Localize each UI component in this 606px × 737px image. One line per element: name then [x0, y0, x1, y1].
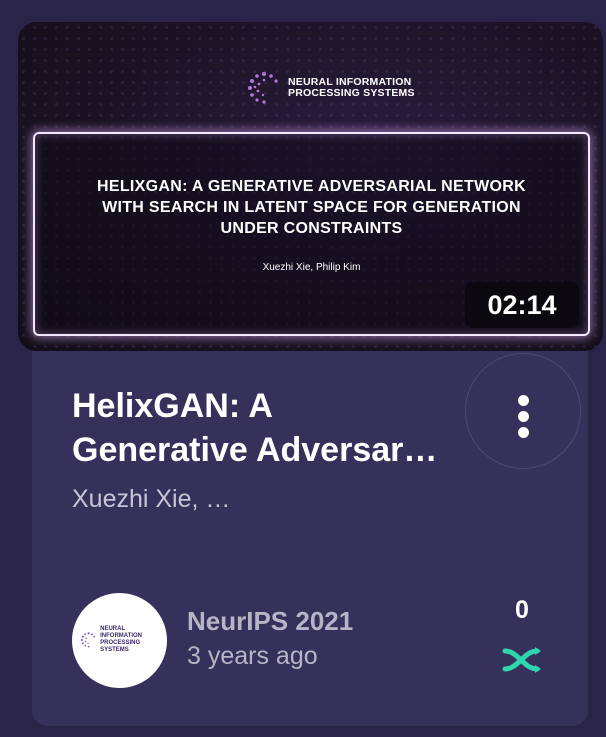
more-options-button[interactable]	[465, 353, 581, 469]
video-authors: Xuezhi Xie, …	[72, 485, 231, 513]
upload-age: 3 years ago	[187, 642, 318, 670]
reaction-count: 0	[515, 596, 529, 624]
logo-line-2: PROCESSING SYSTEMS	[288, 87, 415, 99]
channel-name[interactable]: NeurIPS 2021	[187, 606, 353, 637]
neurips-logo-text: NEURAL INFORMATION PROCESSING SYSTEMS	[288, 77, 415, 99]
avatar-line-1: NEURAL INFORMATION	[100, 626, 142, 639]
slide-title: HELIXGAN: A GENERATIVE ADVERSARIAL NETWO…	[97, 178, 526, 237]
video-title[interactable]: HelixGAN: A Generative Adversar…	[72, 384, 462, 472]
neurips-logo: NEURAL INFORMATION PROCESSING SYSTEMS	[246, 70, 415, 106]
duration-badge: 02:14	[465, 282, 579, 328]
channel-avatar[interactable]: NEURAL INFORMATION PROCESSING SYSTEMS	[72, 593, 167, 688]
avatar-line-2: PROCESSING SYSTEMS	[100, 640, 141, 653]
avatar-logo: NEURAL INFORMATION PROCESSING SYSTEMS	[80, 626, 167, 654]
shuffle-icon[interactable]	[502, 646, 542, 674]
avatar-logo-icon	[80, 632, 96, 648]
avatar-logo-text: NEURAL INFORMATION PROCESSING SYSTEMS	[100, 626, 167, 654]
neurips-logo-icon	[248, 72, 278, 104]
slide-authors: Xuezhi Xie, Philip Kim	[262, 262, 361, 273]
